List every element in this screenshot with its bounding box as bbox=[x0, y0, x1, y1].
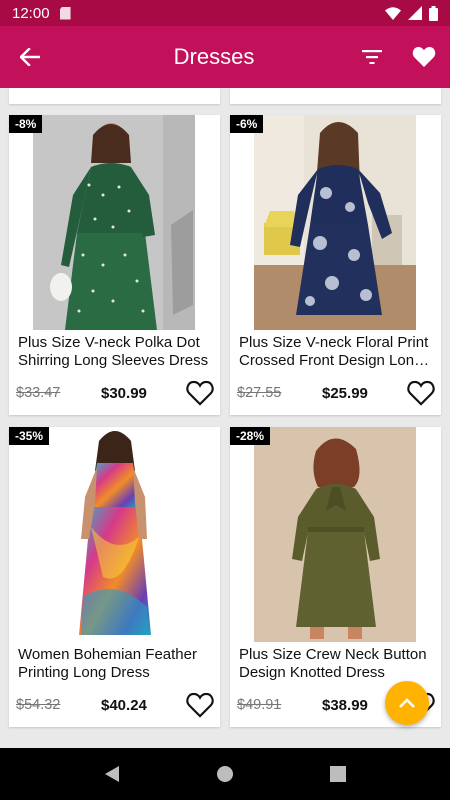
product-name[interactable]: Plus Size V-neck Floral Print Crossed Fr… bbox=[239, 334, 435, 370]
product-card[interactable]: -35% Women Bohemian Feather Printing Lon… bbox=[9, 427, 220, 727]
sale-price: $38.99 bbox=[322, 697, 368, 714]
wifi-icon bbox=[385, 6, 401, 20]
back-arrow-icon bbox=[20, 48, 40, 66]
product-image[interactable] bbox=[254, 115, 416, 330]
heart-outline-icon[interactable] bbox=[407, 379, 435, 407]
sale-price: $30.99 bbox=[101, 385, 147, 402]
sale-price: $40.24 bbox=[101, 697, 147, 714]
back-button[interactable] bbox=[0, 26, 60, 88]
product-image[interactable] bbox=[33, 427, 195, 642]
original-price: $33.47 bbox=[16, 385, 61, 401]
discount-badge: -6% bbox=[230, 115, 264, 133]
status-time: 12:00 bbox=[12, 4, 50, 22]
sale-price: $25.99 bbox=[322, 385, 368, 402]
product-name[interactable]: Plus Size V-neck Polka Dot Shirring Long… bbox=[18, 334, 214, 370]
system-nav-bar bbox=[0, 748, 450, 800]
heart-outline-icon[interactable] bbox=[186, 691, 214, 719]
status-bar: 12:00 bbox=[0, 0, 450, 26]
product-name[interactable]: Women Bohemian Feather Printing Long Dre… bbox=[18, 646, 214, 682]
sd-card-icon bbox=[59, 6, 71, 20]
discount-badge: -35% bbox=[9, 427, 50, 445]
favorites-button[interactable] bbox=[398, 26, 450, 88]
app-bar: Dresses bbox=[0, 26, 450, 88]
back-triangle-icon[interactable] bbox=[104, 765, 120, 783]
home-circle-icon[interactable] bbox=[216, 765, 234, 783]
filter-button[interactable] bbox=[346, 26, 398, 88]
original-price: $49.91 bbox=[237, 697, 282, 713]
original-price: $27.55 bbox=[237, 385, 282, 401]
discount-badge: -8% bbox=[9, 115, 43, 133]
product-card[interactable]: -6% Plus Size V-neck Floral Print Crosse… bbox=[230, 115, 441, 415]
battery-icon bbox=[429, 5, 438, 21]
product-name[interactable]: Plus Size Crew Neck Button Design Knotte… bbox=[239, 646, 435, 682]
scroll-to-top-button[interactable] bbox=[385, 681, 429, 725]
page-title: Dresses bbox=[173, 44, 255, 69]
signal-icon bbox=[408, 6, 422, 20]
recents-square-icon[interactable] bbox=[330, 766, 346, 782]
chevron-up-icon bbox=[399, 698, 415, 708]
product-image[interactable] bbox=[33, 115, 195, 330]
filter-icon bbox=[362, 50, 382, 64]
heart-icon bbox=[412, 47, 436, 67]
product-image[interactable] bbox=[254, 427, 416, 642]
discount-badge: -28% bbox=[230, 427, 271, 445]
product-grid[interactable]: -8% Plus Size V-neck Polka Dot Shirring … bbox=[0, 88, 450, 748]
original-price: $54.32 bbox=[16, 697, 61, 713]
heart-outline-icon[interactable] bbox=[186, 379, 214, 407]
product-card-partial[interactable] bbox=[9, 88, 220, 104]
product-card[interactable]: -8% Plus Size V-neck Polka Dot Shirring … bbox=[9, 115, 220, 415]
product-card-partial[interactable] bbox=[230, 88, 441, 104]
